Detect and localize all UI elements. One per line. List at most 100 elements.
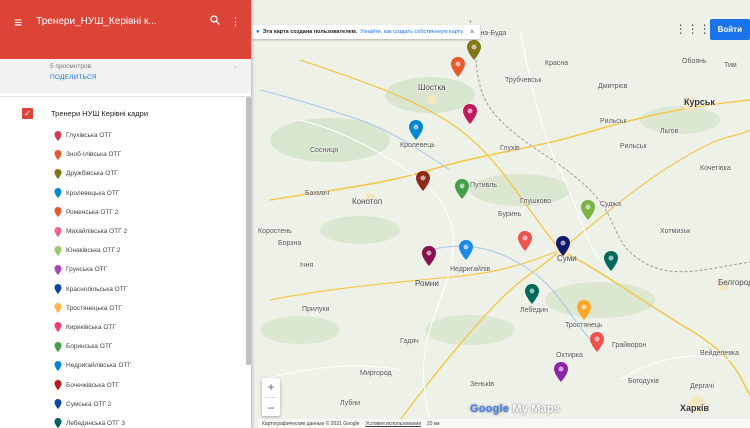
place-label: Тростянець <box>565 322 603 329</box>
place-label: Кочетівка <box>700 165 731 172</box>
map-meta: 5 просмотров ПОДЕЛИТЬСЯ ◔ <box>0 59 251 93</box>
search-icon[interactable] <box>210 15 220 28</box>
map-pin[interactable] <box>455 179 469 199</box>
map-pin[interactable] <box>556 236 570 256</box>
place-label: Конотоп <box>352 197 383 206</box>
place-label: Льгов <box>660 128 679 135</box>
list-item[interactable]: Глухівська ОТГ <box>54 126 244 145</box>
feature-list: Глухівська ОТГ Зноб-Ілівська ОТГ Дружбівсь… <box>54 126 244 428</box>
place-label: Вейделевка <box>700 350 740 357</box>
list-item-label: Кириківська ОТГ <box>66 323 116 331</box>
place-label: Тим <box>724 62 737 69</box>
list-item[interactable]: Недригайлівська ОТГ <box>54 356 244 375</box>
place-label: Недригайлів <box>450 266 491 273</box>
sidebar-panel: ≡ Тренери_НУШ_Керівні к... ⋮ 5 просмотро… <box>0 0 251 428</box>
menu-icon[interactable]: ≡ <box>14 15 22 29</box>
place-pin-icon <box>54 284 62 295</box>
list-item-label: Недригайлівська ОТГ <box>66 362 131 370</box>
list-item-label: Зноб-Ілівська ОТГ <box>66 151 122 159</box>
map-pin[interactable] <box>525 284 539 304</box>
list-item[interactable]: Сумська ОТГ 2 <box>54 395 244 414</box>
map-pin[interactable] <box>463 104 477 124</box>
map-pin[interactable] <box>590 332 604 352</box>
map-title[interactable]: Тренери_НУШ_Керівні к... <box>36 16 200 27</box>
map-pin[interactable] <box>554 362 568 382</box>
list-item[interactable]: Краснопільська ОТГ <box>54 280 244 299</box>
info-icon: ● <box>256 29 260 35</box>
map-pin[interactable] <box>459 240 473 260</box>
map-pin[interactable] <box>577 300 591 320</box>
place-label: Ічня <box>300 262 314 269</box>
close-icon[interactable]: × <box>470 29 474 36</box>
place-pin-icon <box>54 168 62 179</box>
map-pin[interactable] <box>422 246 436 266</box>
top-right-controls: ⋮⋮⋮ Войти <box>675 18 750 40</box>
list-item[interactable]: Кириківська ОТГ <box>54 318 244 337</box>
layer-checkbox[interactable]: ✓ <box>22 107 33 119</box>
place-pin-icon <box>54 360 62 371</box>
scale-label[interactable]: 20 км <box>427 421 440 427</box>
list-item[interactable]: Юнаківська ОТГ 2 <box>54 241 244 260</box>
google-my-maps-logo: Google My Maps <box>470 403 560 415</box>
zoom-in-button[interactable]: + <box>267 380 274 394</box>
map-pin[interactable] <box>581 200 595 220</box>
list-item[interactable]: Бочечківська ОТГ <box>54 375 244 394</box>
list-item-label: Сумська ОТГ 2 <box>66 400 112 408</box>
place-pin-icon <box>54 303 62 314</box>
place-pin-icon <box>54 399 62 410</box>
place-pin-icon <box>54 264 62 275</box>
list-item[interactable]: Зноб-Ілівська ОТГ <box>54 145 244 164</box>
list-item[interactable]: Роменська ОТГ 2 <box>54 203 244 222</box>
scrollbar[interactable] <box>246 97 251 365</box>
place-label: Сосниця <box>310 147 339 154</box>
list-item[interactable]: Лебединська ОТГ 3 <box>54 414 244 428</box>
place-label: Рильськ <box>600 118 627 125</box>
map-pin[interactable] <box>416 171 430 191</box>
share-link[interactable]: ПОДЕЛИТЬСЯ <box>50 74 251 81</box>
place-label: Дмитрієв <box>598 83 628 90</box>
list-item[interactable]: Тростянецька ОТГ <box>54 299 244 318</box>
banner-text: Эта карта создана пользователем. <box>262 29 358 35</box>
place-pin-icon <box>54 341 62 352</box>
place-pin-icon <box>54 149 62 160</box>
list-item-label: Лебединська ОТГ 3 <box>66 419 125 427</box>
list-item-label: Тростянецька ОТГ <box>66 304 122 312</box>
map-footer: Картографические данные © 2021 Google Ус… <box>258 419 750 428</box>
list-item[interactable]: Грунська ОТГ <box>54 260 244 279</box>
logo-mymaps: My Maps <box>509 403 561 415</box>
place-label: Трубчевськ <box>505 77 542 84</box>
place-label: Путивль <box>470 182 497 189</box>
list-item-label: Юнаківська ОТГ 2 <box>66 247 121 255</box>
place-label: Лебедин <box>520 307 548 314</box>
list-item[interactable]: Боринська ОТГ <box>54 337 244 356</box>
place-label: Борзна <box>278 240 302 247</box>
zoom-out-button[interactable]: − <box>267 401 274 415</box>
layer-row: ✓ Тренери НУШ Керівні кадри <box>0 106 251 120</box>
more-vert-icon[interactable]: ⋮ <box>230 15 241 28</box>
map-pin[interactable] <box>451 57 465 77</box>
place-label: Обоянь <box>682 58 707 65</box>
list-item[interactable]: Дружбівська ОТГ <box>54 164 244 183</box>
place-label: Харків <box>680 403 710 413</box>
terms-link[interactable]: Условия использования <box>365 421 421 427</box>
divider <box>0 96 251 97</box>
place-pin-icon <box>54 226 62 237</box>
sidebar-header: ≡ Тренери_НУШ_Керівні к... ⋮ <box>0 0 251 59</box>
stats-icon[interactable]: ◔ <box>232 63 237 72</box>
login-button[interactable]: Войти <box>709 18 750 40</box>
list-item-label: Глухівська ОТГ <box>66 132 112 140</box>
map-pin[interactable] <box>409 120 423 140</box>
banner-link[interactable]: Узнайте, как создать собственную карту. <box>360 29 464 35</box>
map-pin[interactable] <box>467 40 481 60</box>
place-label: Курськ <box>684 97 715 107</box>
layer-name[interactable]: Тренери НУШ Керівні кадри <box>51 109 148 118</box>
list-item[interactable]: Кролевецька ОТГ <box>54 184 244 203</box>
list-item-label: Боринська ОТГ <box>66 343 113 351</box>
map-pin[interactable] <box>518 231 532 251</box>
place-label: Коростень <box>258 228 292 235</box>
map-pin[interactable] <box>604 251 618 271</box>
apps-grid-icon[interactable]: ⋮⋮⋮ <box>675 18 711 40</box>
place-pin-icon <box>54 322 62 333</box>
list-item-label: Грунська ОТГ <box>66 266 108 274</box>
list-item[interactable]: Михайлівська ОТГ 2 <box>54 222 244 241</box>
